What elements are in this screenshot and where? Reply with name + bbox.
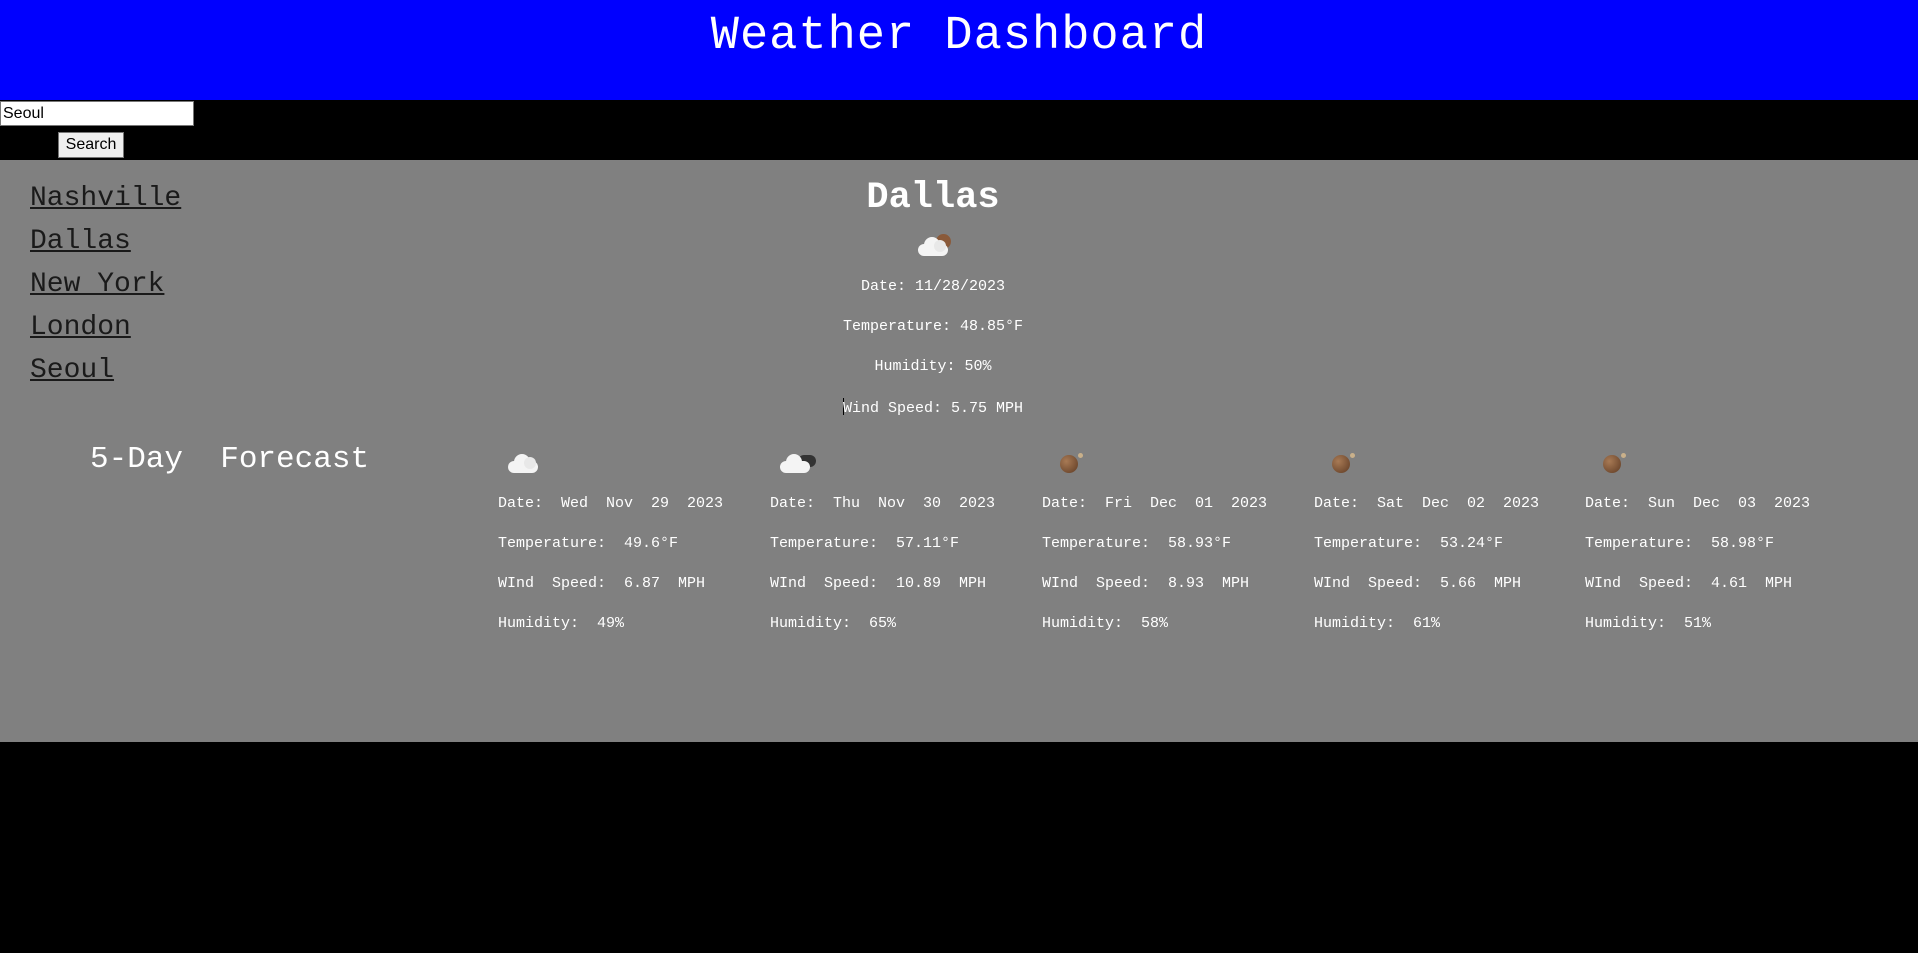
forecast-wind: WInd Speed: 10.89 MPH bbox=[770, 575, 987, 592]
city-link-london[interactable]: London bbox=[30, 306, 181, 349]
forecast-temperature: Temperature: 57.11°F bbox=[770, 535, 960, 552]
current-wind-speed-text: Wind Speed: 5.75 MPH bbox=[842, 400, 1024, 417]
forecast-humidity: Humidity: 51% bbox=[1585, 615, 1712, 632]
city-link-new-york[interactable]: New York bbox=[30, 263, 181, 306]
forecast-humidity: Humidity: 49% bbox=[498, 615, 625, 632]
forecast-wind: WInd Speed: 8.93 MPH bbox=[1042, 575, 1250, 592]
forecast-temperature: Temperature: 58.93°F bbox=[1042, 535, 1232, 552]
partly-cloudy-night-icon bbox=[740, 230, 1126, 262]
city-history-list: Nashville Dallas New York London Seoul bbox=[30, 177, 181, 392]
forecast-card: Date: Wed Nov 29 2023 Temperature: 49.6°… bbox=[498, 449, 763, 633]
city-link-nashville[interactable]: Nashville bbox=[30, 177, 181, 220]
forecast-humidity: Humidity: 65% bbox=[770, 615, 897, 632]
forecast-date: Date: Sat Dec 02 2023 bbox=[1314, 495, 1540, 512]
forecast-card: Date: Sat Dec 02 2023 Temperature: 53.24… bbox=[1314, 449, 1579, 633]
cloudy-night-icon bbox=[770, 449, 1035, 479]
current-weather: Dallas Date: 11/28/2023 Temperature: 48.… bbox=[740, 176, 1126, 418]
forecast-title: 5-Day Forecast bbox=[90, 442, 370, 477]
current-wind-speed: Wind Speed: 5.75 MPH bbox=[740, 398, 1126, 418]
city-link-seoul[interactable]: Seoul bbox=[30, 349, 181, 392]
forecast-temperature: Temperature: 49.6°F bbox=[498, 535, 679, 552]
current-date: Date: 11/28/2023 bbox=[860, 278, 1006, 295]
clear-night-icon bbox=[1314, 449, 1579, 479]
forecast-date: Date: Wed Nov 29 2023 bbox=[498, 495, 724, 512]
forecast-humidity: Humidity: 61% bbox=[1314, 615, 1441, 632]
forecast-humidity: Humidity: 58% bbox=[1042, 615, 1169, 632]
cloud-icon bbox=[498, 449, 763, 479]
forecast-date: Date: Fri Dec 01 2023 bbox=[1042, 495, 1268, 512]
page-title: Weather Dashboard bbox=[710, 10, 1208, 63]
forecast-date: Date: Thu Nov 30 2023 bbox=[770, 495, 996, 512]
forecast-temperature: Temperature: 58.98°F bbox=[1585, 535, 1775, 552]
clear-night-icon bbox=[1585, 449, 1850, 479]
city-link-dallas[interactable]: Dallas bbox=[30, 220, 181, 263]
forecast-date: Date: Sun Dec 03 2023 bbox=[1585, 495, 1811, 512]
forecast-card: Date: Fri Dec 01 2023 Temperature: 58.93… bbox=[1042, 449, 1307, 633]
current-temperature: Temperature: 48.85°F bbox=[842, 318, 1024, 335]
current-city-name: Dallas bbox=[866, 177, 1000, 219]
page-header: Weather Dashboard bbox=[0, 0, 1918, 100]
forecast-temperature: Temperature: 53.24°F bbox=[1314, 535, 1504, 552]
search-input[interactable] bbox=[0, 101, 194, 126]
forecast-wind: WInd Speed: 5.66 MPH bbox=[1314, 575, 1522, 592]
current-humidity: Humidity: 50% bbox=[874, 358, 992, 375]
forecast-card: Date: Sun Dec 03 2023 Temperature: 58.98… bbox=[1585, 449, 1850, 633]
search-bar bbox=[0, 100, 1918, 160]
forecast-wind: WInd Speed: 4.61 MPH bbox=[1585, 575, 1793, 592]
forecast-wind: WInd Speed: 6.87 MPH bbox=[498, 575, 706, 592]
search-button[interactable]: Search bbox=[58, 132, 124, 158]
clear-night-icon bbox=[1042, 449, 1307, 479]
forecast-card: Date: Thu Nov 30 2023 Temperature: 57.11… bbox=[770, 449, 1035, 633]
